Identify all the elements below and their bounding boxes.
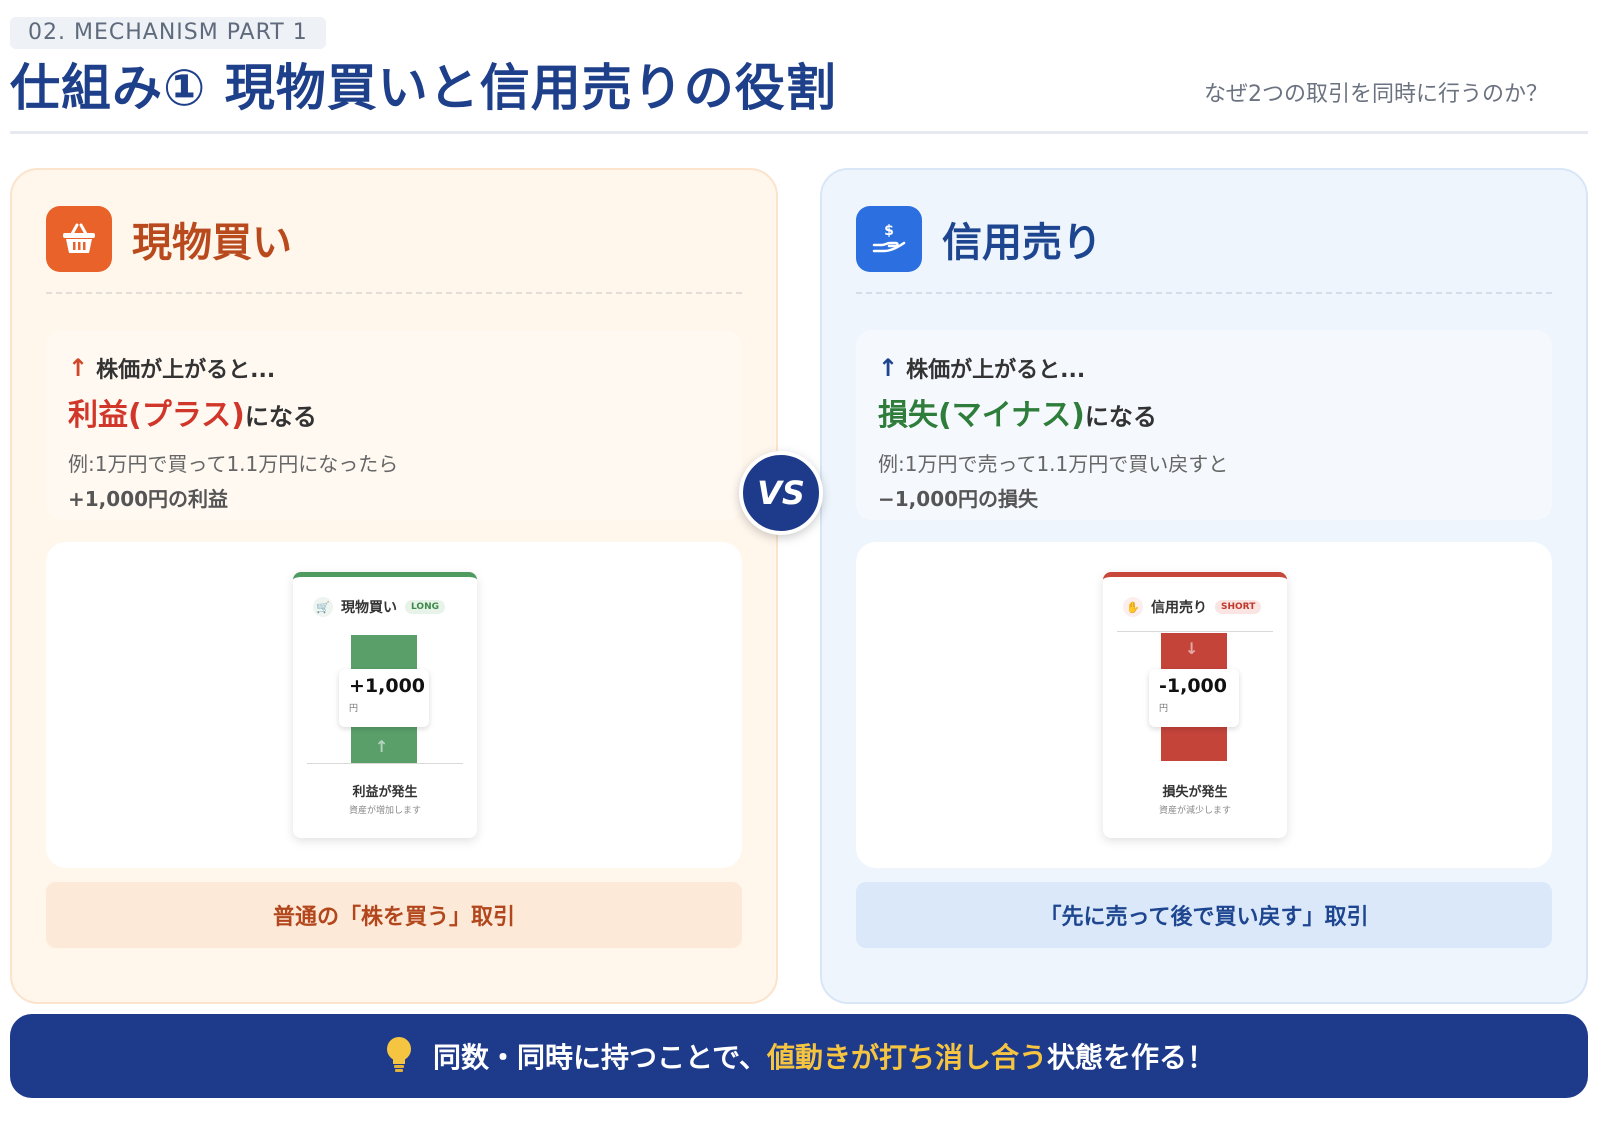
lightbulb-icon <box>383 1034 415 1078</box>
basket-icon <box>46 206 112 272</box>
result-suffix: になる <box>244 403 317 431</box>
mini-subcaption: 資産が減少します <box>1158 806 1231 816</box>
mini-card: ✋ 信用売り SHORT ↓ -1,000 円 損失が発生 資産が減少します <box>1103 572 1287 838</box>
divider <box>856 292 1552 294</box>
value-box: +1,000 円 <box>339 669 429 727</box>
result-line: 損失(マイナス)になる <box>878 390 1530 434</box>
position-tag: SHORT <box>1215 600 1262 614</box>
mini-caption: 利益が発生 <box>352 785 418 800</box>
value: +1,000 <box>349 675 426 697</box>
illustration-panel: 🛒 現物買い LONG ↑ +1,000 円 利益が発生 資産が増加します <box>46 542 742 868</box>
hand-money-icon: ✋ <box>1123 597 1143 617</box>
example-result: −1,000円の損失 <box>878 487 1039 511</box>
hand-money-icon: $ <box>856 206 922 272</box>
condition-text: 株価が上がると... <box>906 358 1086 383</box>
banner-text-before: 同数・同時に持つことで、 <box>432 1041 767 1074</box>
trade-description: 普通の「株を買う」取引 <box>46 882 742 948</box>
trade-description: 「先に売って後で買い戻す」取引 <box>856 882 1552 948</box>
baseline <box>307 763 463 764</box>
margin-sell-card: $ 信用売り ↑ 株価が上がると... 損失(マイナス)になる 例:1万円で売っ… <box>820 168 1588 1004</box>
outcome-panel: ↑ 株価が上がると... 利益(プラス)になる 例:1万円で買って1.1万円にな… <box>46 330 742 520</box>
section-label: 02. MECHANISM PART 1 <box>10 17 326 49</box>
mini-subcaption: 資産が増加します <box>348 806 421 816</box>
result-highlight: 利益(プラス) <box>68 398 245 433</box>
mini-card-header: 🛒 現物買い LONG <box>313 597 445 617</box>
page-title: 仕組み① 現物買いと信用売りの役割 <box>10 59 837 117</box>
example-result: +1,000円の利益 <box>68 487 229 511</box>
result-line: 利益(プラス)になる <box>68 390 720 434</box>
value-box: -1,000 円 <box>1149 669 1239 727</box>
svg-text:$: $ <box>884 223 894 239</box>
card-title: 信用売り <box>942 220 1102 266</box>
header-divider <box>10 131 1588 134</box>
up-arrow-icon: ↑ <box>68 354 89 382</box>
result-suffix: になる <box>1084 403 1157 431</box>
vs-badge: VS <box>739 451 823 535</box>
value: -1,000 <box>1159 675 1227 697</box>
banner-highlight: 値動きが打ち消し合う <box>767 1041 1048 1074</box>
condition-line: ↑ 株価が上がると... <box>878 352 1530 384</box>
outcome-panel: ↑ 株価が上がると... 損失(マイナス)になる 例:1万円で売って1.1万円で… <box>856 330 1552 520</box>
unit: 円 <box>1159 704 1169 714</box>
banner-text-after: 状態を作る！ <box>1047 1041 1216 1074</box>
illustration-panel: ✋ 信用売り SHORT ↓ -1,000 円 損失が発生 資産が減少します <box>856 542 1552 868</box>
page-subtitle: なぜ2つの取引を同時に行うのか？ <box>1204 82 1548 107</box>
result-highlight: 損失(マイナス) <box>878 398 1085 433</box>
spot-buy-card: 現物買い ↑ 株価が上がると... 利益(プラス)になる 例:1万円で買って1.… <box>10 168 778 1004</box>
baseline <box>1117 631 1273 632</box>
mini-caption: 損失が発生 <box>1162 785 1228 800</box>
basket-icon: 🛒 <box>313 597 333 617</box>
banner-text: 同数・同時に持つことで、値動きが打ち消し合う状態を作る！ <box>433 1036 1215 1076</box>
condition-line: ↑ 株価が上がると... <box>68 352 720 384</box>
example-text: 例:1万円で売って1.1万円で買い戻すと <box>878 452 1229 476</box>
up-arrow-icon: ↑ <box>878 354 899 382</box>
mini-card-title: 現物買い <box>341 600 397 616</box>
key-point-banner: 同数・同時に持つことで、値動きが打ち消し合う状態を作る！ <box>10 1014 1588 1098</box>
card-title: 現物買い <box>132 220 292 266</box>
slide: 02. MECHANISM PART 1 仕組み① 現物買いと信用売りの役割 な… <box>0 0 1600 1140</box>
divider <box>46 292 742 294</box>
mini-card-title: 信用売り <box>1151 600 1207 616</box>
unit: 円 <box>349 704 359 714</box>
up-arrow-icon: ↑ <box>375 737 389 756</box>
down-arrow-icon: ↓ <box>1185 639 1199 658</box>
example-text: 例:1万円で買って1.1万円になったら <box>68 452 399 476</box>
condition-text: 株価が上がると... <box>96 358 276 383</box>
mini-card-header: ✋ 信用売り SHORT <box>1123 597 1262 617</box>
position-tag: LONG <box>405 600 445 614</box>
mini-card: 🛒 現物買い LONG ↑ +1,000 円 利益が発生 資産が増加します <box>293 572 477 838</box>
